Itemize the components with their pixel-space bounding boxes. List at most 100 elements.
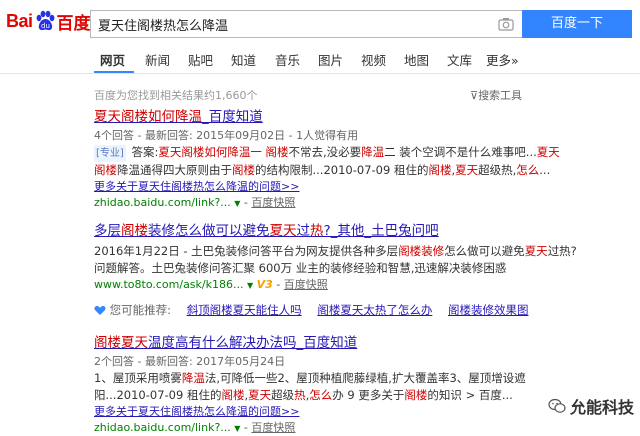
hl: 阁楼 [428, 163, 452, 177]
dropdown-arrow-icon[interactable]: ▼ [234, 424, 240, 433]
camera-icon[interactable] [498, 17, 514, 31]
hl: 降温 [181, 371, 205, 385]
search-box [90, 10, 522, 38]
tab-images[interactable]: 图片 [318, 50, 343, 69]
hl: 夏天 [524, 244, 548, 258]
watermark-text: 允能科技 [570, 398, 635, 417]
search-tools-button[interactable]: ⊽搜索工具 [470, 87, 522, 103]
text: 办 9 更多关于 [332, 388, 405, 402]
result-url: zhidao.baidu.com/link?... ▼ - 百度快照 [94, 421, 296, 434]
search-result-1: 夏天阁楼如何降温_百度知道 4个回答 - 最新回答: 2015年09月02日 -… [94, 108, 614, 212]
tab-more[interactable]: 更多» [486, 50, 519, 69]
hl: 阁楼夏天 [94, 335, 148, 351]
hl: 降温 [361, 145, 385, 159]
text: 1、屋顶采用喷雾 [94, 371, 182, 385]
text: 答案: [127, 145, 159, 159]
hl: 阁楼 [94, 163, 117, 177]
svg-text:du: du [41, 22, 50, 30]
text: 多层 [94, 223, 121, 239]
result-abstract: 1、屋顶采用喷雾降温法,可降低一些2、屋顶种植爬藤绿植,扩大覆盖率3、屋顶增设遮… [94, 370, 614, 404]
tab-wenku[interactable]: 文库 [447, 50, 472, 69]
search-result-3: 阁楼夏天温度高有什么解决办法吗_百度知道 2个回答 - 最新回答: 2017年0… [94, 334, 614, 436]
dropdown-arrow-icon[interactable]: ▼ [247, 281, 253, 290]
text: 降温通得四大原则由于 [117, 163, 232, 177]
result-abstract: 2016年1月22日 - 土巴兔装修问答平台为网友提供各种多层阁楼装修怎么做可以… [94, 243, 614, 277]
hl: 阁楼 [232, 163, 255, 177]
text: 阳...2010-07-09 租住的 [94, 388, 222, 402]
tab-news[interactable]: 新闻 [145, 50, 170, 69]
hl: 夏天 [269, 223, 297, 239]
text: 二 装个空调不是什么难事吧... [384, 145, 537, 159]
search-button[interactable]: 百度一下 [522, 10, 632, 38]
active-tab-indicator [94, 71, 134, 73]
text: 过 [296, 223, 311, 239]
search-result-2: 多层阁楼装修怎么做可以避免夏天过热?_其他_土巴兔问吧 2016年1月22日 -… [94, 222, 614, 294]
result-url: www.to8to.com/ask/k186... ▼ V3 - 百度快照 [94, 277, 328, 293]
url-text[interactable]: zhidao.baidu.com/link?... [94, 421, 231, 434]
text: 怎么做可以避免 [444, 244, 525, 258]
result-count: 百度为您找到相关结果约1,660个 [94, 89, 258, 102]
hl: 怎么 [516, 163, 540, 177]
recommend-link-3[interactable]: 阁楼装修效果图 [448, 303, 529, 317]
hl: 阁楼 [221, 388, 245, 402]
tab-music[interactable]: 音乐 [275, 50, 300, 69]
hl: 夏天 [536, 145, 560, 159]
text: 不常去,没必要 [288, 145, 362, 159]
tab-zhidao[interactable]: 知道 [231, 50, 256, 69]
more-questions-link[interactable]: 更多关于夏天住阁楼热怎么降温的问题>> [94, 179, 614, 195]
search-tabs: 网页 新闻 贴吧 知道 音乐 图片 视频 地图 文库 更多» [0, 48, 640, 74]
hl: 怎么 [309, 388, 333, 402]
text: 2016年1月22日 - 土巴兔装修问答平台为网友提供各种多层 [94, 244, 399, 258]
text: 的结构限制...2010-07-09 租住的 [255, 163, 429, 177]
dropdown-arrow-icon[interactable]: ▼ [234, 199, 240, 208]
hl: 夏天阁楼如何降温一 阁楼 [158, 145, 289, 159]
title-suffix: _百度知道 [202, 109, 263, 125]
search-input[interactable] [91, 11, 491, 37]
result-title[interactable]: 夏天阁楼如何降温_百度知道 [94, 108, 614, 126]
text: ?_其他_土巴兔问吧 [323, 223, 439, 239]
more-questions-link[interactable]: 更多关于夏天住阁楼热怎么降温的问题>> [94, 404, 614, 420]
recommend-link-1[interactable]: 斜顶阁楼夏天能住人吗 [187, 303, 302, 317]
paw-icon: du [36, 10, 54, 31]
text: 法,可降低一些2、屋顶种植爬藤绿植,扩大覆盖率3、屋顶增设遮 [204, 371, 526, 385]
text: 的知识 > 百度... [427, 388, 513, 402]
tab-web[interactable]: 网页 [100, 50, 125, 69]
snapshot-link[interactable]: 百度快照 [251, 196, 295, 209]
baidu-logo[interactable]: Bai du 百度 [6, 6, 91, 36]
result-title[interactable]: 多层阁楼装修怎么做可以避免夏天过热?_其他_土巴兔问吧 [94, 222, 614, 240]
logo-text-latin: Bai [6, 10, 33, 31]
result-meta: 2个回答 - 最新回答: 2017年05月24日 [94, 355, 286, 368]
hl: 夏天阁楼 [94, 109, 148, 125]
recommend-label: 您可能推荐: [109, 303, 172, 317]
pro-tag: [专业] [94, 145, 126, 162]
result-meta: 4个回答 - 最新回答: 2015年09月02日 - 1人觉得有用 [94, 129, 359, 142]
hl: 热 [294, 388, 306, 402]
snapshot-link[interactable]: 百度快照 [284, 278, 328, 291]
hl: 装修 [421, 244, 445, 258]
hl: 夏天 [248, 388, 272, 402]
search-tools-label: 搜索工具 [478, 89, 523, 102]
hl: 如何 [148, 109, 175, 125]
tab-video[interactable]: 视频 [361, 50, 386, 69]
wechat-icon [548, 398, 566, 413]
hl: 阁楼 [398, 244, 422, 258]
wechat-watermark: 允能科技 [548, 394, 634, 418]
text: ... [539, 163, 551, 177]
v3-badge[interactable]: V3 [257, 277, 273, 293]
text: 超级热, [478, 163, 517, 177]
text: 温度高有什么解决办法吗_百度知道 [148, 335, 358, 351]
tab-map[interactable]: 地图 [404, 50, 429, 69]
result-title[interactable]: 阁楼夏天温度高有什么解决办法吗_百度知道 [94, 334, 614, 352]
hl: 阁楼 [404, 388, 428, 402]
heart-icon [94, 305, 106, 315]
tab-tieba[interactable]: 贴吧 [188, 50, 213, 69]
snapshot-link[interactable]: 百度快照 [251, 421, 295, 434]
url-text[interactable]: www.to8to.com/ask/k186... [94, 278, 243, 291]
text: 过热? [547, 244, 577, 258]
recommend-link-2[interactable]: 阁楼夏天太热了怎么办 [317, 303, 432, 317]
hl: 夏天 [455, 163, 479, 177]
result-url: zhidao.baidu.com/link?... ▼ - 百度快照 [94, 196, 296, 209]
url-text[interactable]: zhidao.baidu.com/link?... [94, 196, 231, 209]
text: 问题解答。土巴兔装修问答汇聚 600万 业主的装修经验和智慧,迅速解决装修困惑 [94, 261, 507, 275]
hl: 阁楼 [121, 223, 148, 239]
